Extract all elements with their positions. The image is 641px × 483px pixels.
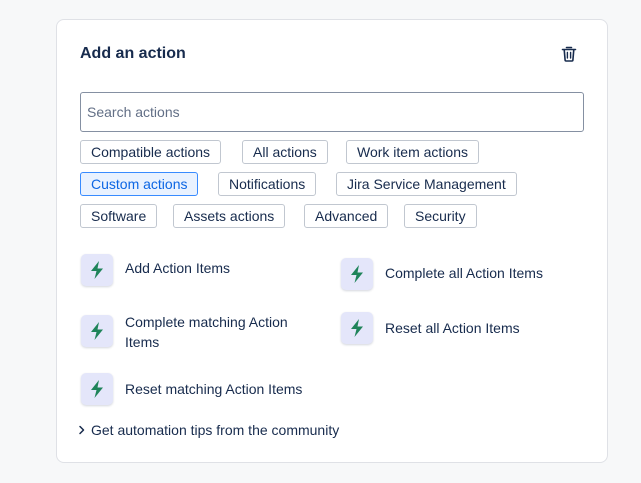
filter-work-item-actions[interactable]: Work item actions xyxy=(346,140,479,164)
filter-all-actions[interactable]: All actions xyxy=(242,140,328,164)
action-label: Reset all Action Items xyxy=(385,320,520,336)
filter-notifications[interactable]: Notifications xyxy=(218,172,317,196)
filter-jira-service-management[interactable]: Jira Service Management xyxy=(336,172,517,196)
delete-button[interactable] xyxy=(557,44,581,68)
lightning-bolt-icon xyxy=(81,373,113,405)
action-label: Complete matching Action Items xyxy=(125,314,288,350)
filter-custom-actions[interactable]: Custom actions xyxy=(80,172,199,196)
search-actions-input[interactable] xyxy=(80,92,584,132)
automation-tips-label: Get automation tips from the community xyxy=(91,422,340,438)
add-action-panel: Add an action Compatible actions All act… xyxy=(56,19,608,463)
lightning-bolt-icon xyxy=(341,312,373,344)
action-add-action-items[interactable]: Add Action Items xyxy=(81,254,321,286)
chevron-right-icon xyxy=(77,425,91,435)
lightning-bolt-icon xyxy=(341,258,373,290)
filter-software[interactable]: Software xyxy=(80,204,158,228)
trash-icon xyxy=(560,45,578,68)
action-label: Complete all Action Items xyxy=(385,265,543,281)
filter-assets-actions[interactable]: Assets actions xyxy=(173,204,286,228)
panel-title: Add an action xyxy=(80,45,186,62)
action-reset-all-action-items[interactable]: Reset all Action Items xyxy=(341,312,581,344)
action-complete-matching-action-items[interactable]: Complete matching Action Items xyxy=(81,312,321,352)
action-label: Reset matching Action Items xyxy=(125,381,303,397)
action-reset-matching-action-items[interactable]: Reset matching Action Items xyxy=(81,373,341,405)
action-label: Add Action Items xyxy=(125,260,231,276)
action-complete-all-action-items[interactable]: Complete all Action Items xyxy=(341,258,581,290)
filter-advanced[interactable]: Advanced xyxy=(304,204,389,228)
lightning-bolt-icon xyxy=(81,315,113,347)
filter-security[interactable]: Security xyxy=(404,204,477,228)
lightning-bolt-icon xyxy=(81,254,113,286)
filter-compatible-actions[interactable]: Compatible actions xyxy=(80,140,222,164)
automation-tips-link[interactable]: Get automation tips from the community xyxy=(77,422,339,438)
